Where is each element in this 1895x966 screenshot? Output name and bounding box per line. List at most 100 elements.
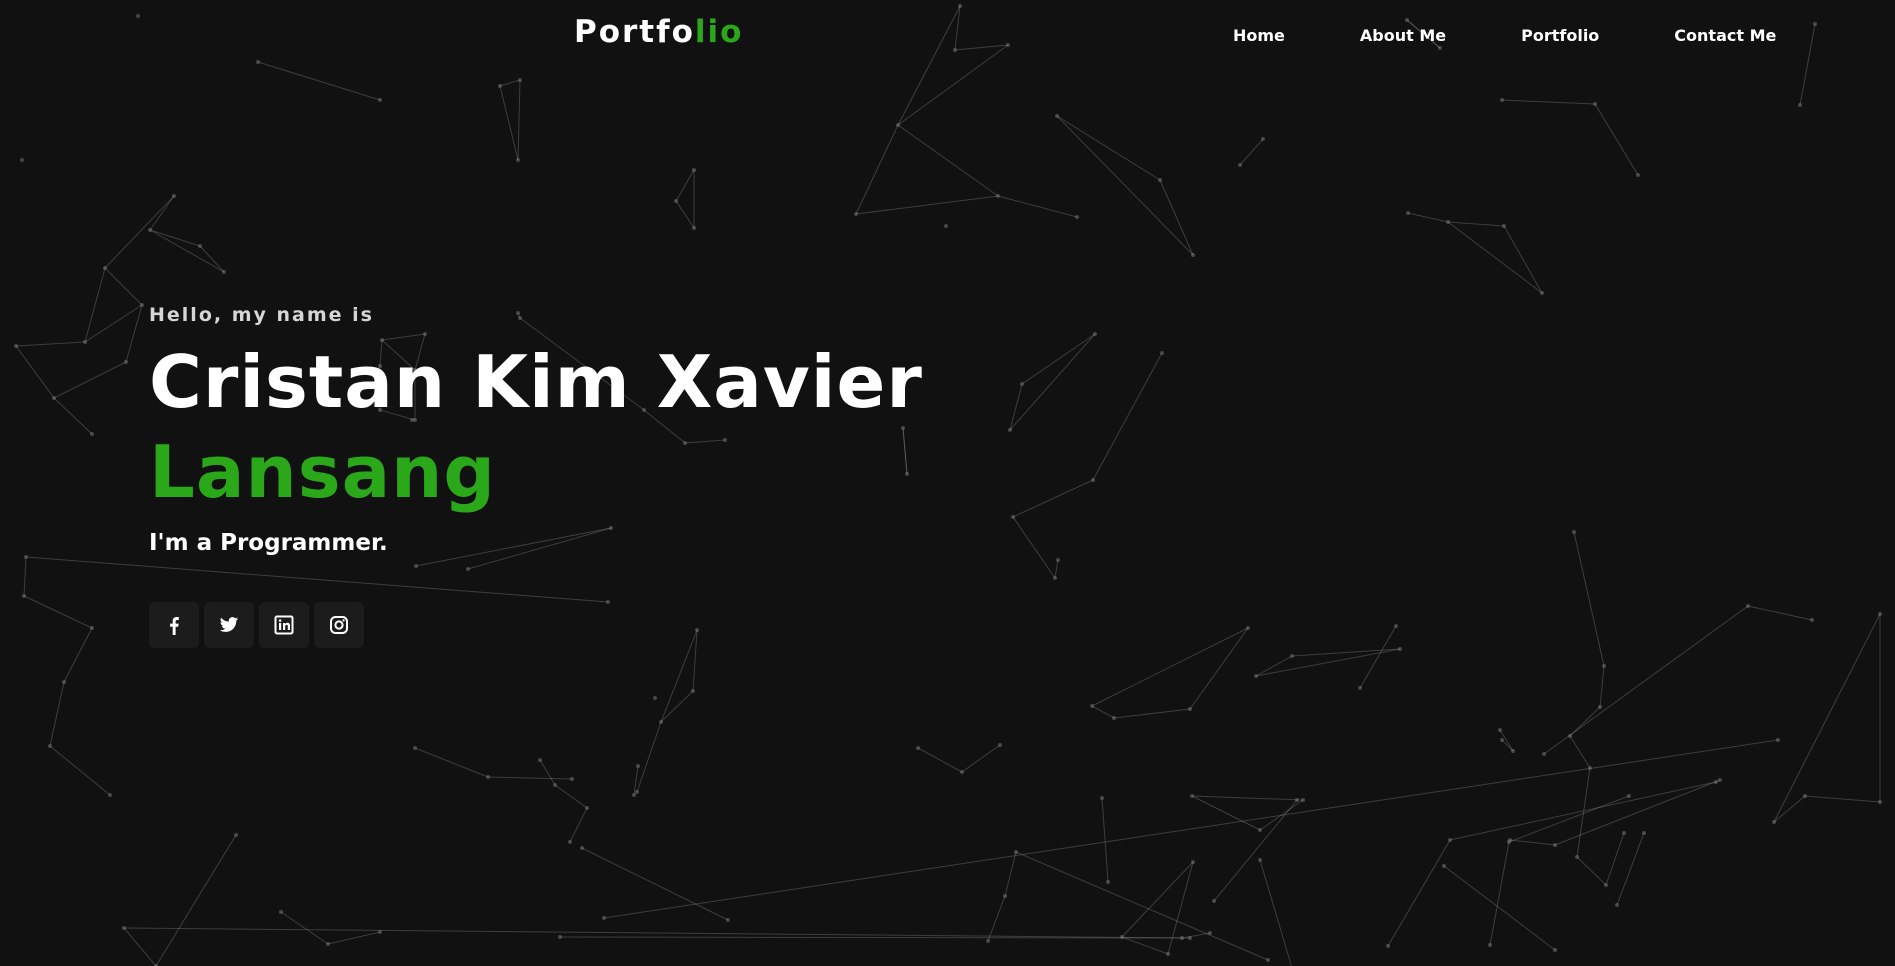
particle-dot bbox=[1878, 800, 1882, 804]
particle-dot bbox=[1714, 780, 1718, 784]
particle-link bbox=[1091, 627, 1249, 707]
particle-dot bbox=[83, 340, 87, 344]
particle-link bbox=[1447, 221, 1505, 227]
particle-link bbox=[149, 229, 201, 247]
nav-link-home[interactable]: Home bbox=[1233, 24, 1285, 48]
particle-link bbox=[1056, 115, 1194, 256]
particle-dot bbox=[1100, 796, 1104, 800]
nav-link-contact-me[interactable]: Contact Me bbox=[1674, 24, 1776, 48]
particle-dot bbox=[62, 680, 66, 684]
hero-content: Hello, my name is Cristan Kim Xavier Lan… bbox=[149, 300, 1049, 648]
particle-dot bbox=[103, 266, 107, 270]
particle-dot bbox=[1120, 935, 1124, 939]
particle-dot bbox=[1540, 291, 1544, 295]
particle-dot bbox=[1627, 794, 1631, 798]
particle-dot bbox=[1112, 716, 1116, 720]
particle-link bbox=[1056, 115, 1161, 181]
particle-dot bbox=[998, 743, 1002, 747]
particle-link bbox=[1189, 627, 1249, 710]
particle-link bbox=[539, 759, 556, 786]
nav-link-portfolio[interactable]: Portfolio bbox=[1521, 24, 1599, 48]
instagram-button[interactable] bbox=[314, 602, 364, 648]
particle-dot bbox=[1398, 647, 1402, 651]
particle-dot bbox=[1507, 840, 1511, 844]
particle-dot bbox=[553, 783, 557, 787]
particle-dot bbox=[234, 833, 238, 837]
particle-dot bbox=[632, 793, 636, 797]
particle-dot bbox=[1502, 224, 1506, 228]
particle-dot bbox=[1553, 948, 1557, 952]
particle-dot bbox=[896, 123, 900, 127]
particle-dot bbox=[1772, 820, 1776, 824]
particle-dot bbox=[1803, 794, 1807, 798]
particle-dot bbox=[659, 720, 663, 724]
particle-link bbox=[15, 341, 86, 347]
particle-dot bbox=[602, 916, 606, 920]
particle-link bbox=[487, 776, 573, 780]
particle-dot bbox=[1266, 958, 1270, 962]
particle-link bbox=[149, 195, 175, 231]
particle-link bbox=[23, 595, 93, 629]
particle-dot bbox=[326, 942, 330, 946]
particle-dot bbox=[1446, 220, 1450, 224]
particle-dot bbox=[1212, 899, 1216, 903]
particle-dot bbox=[1406, 211, 1410, 215]
particle-dot bbox=[568, 840, 572, 844]
particle-link bbox=[1573, 531, 1605, 667]
particle-link bbox=[660, 690, 694, 723]
particle-dot bbox=[20, 158, 24, 162]
particle-link bbox=[1113, 708, 1191, 719]
particle-dot bbox=[52, 396, 56, 400]
particle-dot bbox=[692, 226, 696, 230]
particle-dot bbox=[580, 846, 584, 850]
particle-link bbox=[1509, 839, 1556, 846]
facebook-icon bbox=[164, 615, 184, 635]
particle-dot bbox=[1188, 936, 1192, 940]
particle-link bbox=[1181, 932, 1211, 939]
particle-dot bbox=[635, 790, 639, 794]
particle-dot bbox=[1258, 828, 1262, 832]
facebook-button[interactable] bbox=[149, 602, 199, 648]
particle-dot bbox=[1258, 858, 1262, 862]
particle-link bbox=[63, 627, 93, 683]
particle-dot bbox=[1498, 728, 1502, 732]
particle-link bbox=[855, 124, 899, 215]
particle-link bbox=[554, 784, 588, 809]
particle-dot bbox=[1718, 778, 1722, 782]
linkedin-button[interactable] bbox=[259, 602, 309, 648]
particle-dot bbox=[1798, 103, 1802, 107]
particle-link bbox=[917, 747, 963, 773]
brand-logo[interactable]: Portfolio bbox=[574, 12, 743, 52]
nav-link-about-me[interactable]: About Me bbox=[1360, 24, 1446, 48]
particle-link bbox=[1503, 225, 1543, 294]
particle-link bbox=[414, 747, 489, 778]
particle-link bbox=[1508, 795, 1630, 843]
particle-dot bbox=[570, 777, 574, 781]
particle-link bbox=[1191, 795, 1261, 831]
particle-dot bbox=[1055, 114, 1059, 118]
particle-dot bbox=[1106, 880, 1110, 884]
linkedin-icon bbox=[274, 615, 294, 635]
particle-dot bbox=[198, 244, 202, 248]
particle-dot bbox=[726, 918, 730, 922]
particle-dot bbox=[1568, 734, 1572, 738]
particle-link bbox=[155, 834, 237, 966]
particle-link bbox=[1576, 767, 1591, 858]
particle-dot bbox=[1093, 332, 1097, 336]
particle-link bbox=[123, 927, 157, 966]
particle-dot bbox=[22, 594, 26, 598]
particle-link bbox=[1773, 795, 1806, 823]
nav-menu: Home About Me Portfolio Contact Me bbox=[1233, 24, 1776, 48]
particle-dot bbox=[1056, 558, 1060, 562]
particle-dot bbox=[1588, 766, 1592, 770]
particle-dot bbox=[1810, 618, 1814, 622]
particle-link bbox=[1489, 841, 1510, 946]
particle-dot bbox=[585, 806, 589, 810]
particle-link bbox=[1159, 179, 1194, 256]
particle-dot bbox=[486, 775, 490, 779]
particle-dot bbox=[1053, 576, 1057, 580]
twitter-button[interactable] bbox=[204, 602, 254, 648]
particle-dot bbox=[1158, 178, 1162, 182]
particle-link bbox=[603, 739, 1779, 919]
particle-link bbox=[1054, 559, 1059, 579]
